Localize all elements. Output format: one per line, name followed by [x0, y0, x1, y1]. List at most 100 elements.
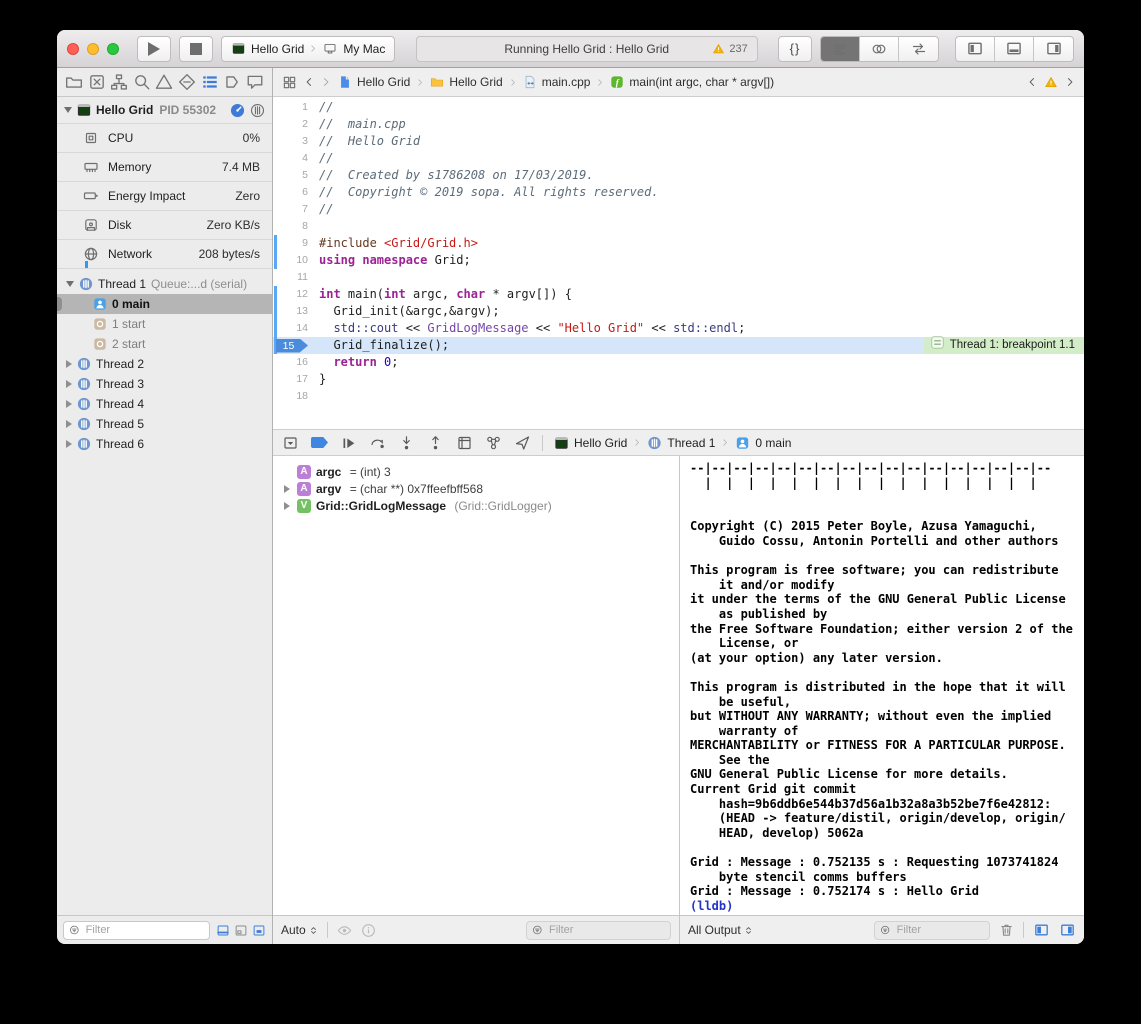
navigator-tab-issue[interactable] — [155, 73, 173, 91]
disclosure-right-icon[interactable] — [66, 420, 72, 428]
view-hierarchy-button[interactable] — [456, 435, 473, 451]
variable-row[interactable]: VGrid::GridLogMessage (Grid::GridLogger) — [273, 497, 679, 514]
back-button[interactable] — [304, 76, 314, 88]
disclosure-right-icon[interactable] — [282, 502, 292, 510]
debug-crumb[interactable]: Hello Grid — [554, 436, 627, 450]
thread-row[interactable]: Thread 6 — [57, 434, 272, 454]
navigator-tab-hierarchy[interactable] — [110, 73, 128, 91]
navigator-filter[interactable] — [63, 921, 210, 940]
forward-button[interactable] — [321, 76, 331, 88]
gauge-row-network[interactable]: Network208 bytes/s — [57, 239, 272, 268]
assistant-editor-button[interactable] — [860, 37, 899, 61]
navigator-tab-report[interactable] — [246, 73, 264, 91]
gauge-row-cpu[interactable]: CPU0% — [57, 123, 272, 152]
stack-frame-row[interactable]: 0 main — [57, 294, 272, 314]
navigator-tab-symbol[interactable] — [88, 73, 106, 91]
view-mode-flat-list-button[interactable] — [216, 924, 230, 937]
line-number-gutter[interactable]: 12 — [273, 286, 319, 303]
disclosure-down-icon[interactable] — [64, 107, 72, 113]
version-editor-button[interactable] — [899, 37, 938, 61]
process-row[interactable]: Hello Grid PID 55302 — [57, 97, 272, 123]
stack-frame-row[interactable]: 1 start — [57, 314, 272, 334]
minimize-window-button[interactable] — [87, 43, 99, 55]
scheme-selector[interactable]: Hello Grid My Mac — [221, 36, 395, 62]
gauge-row-memory[interactable]: Memory7.4 MB — [57, 152, 272, 181]
navigator-tab-test[interactable] — [178, 73, 196, 91]
line-number-gutter[interactable]: 8 — [273, 218, 319, 235]
step-over-button[interactable] — [369, 435, 386, 451]
line-number-gutter[interactable]: 18 — [273, 388, 319, 405]
line-number-gutter[interactable]: 3 — [273, 133, 319, 150]
variables-view[interactable]: Aargc = (int) 3Aargv = (char **) 0x7ffee… — [273, 456, 680, 915]
thread-row[interactable]: Thread 4 — [57, 394, 272, 414]
breakpoint-annotation[interactable]: Thread 1: breakpoint 1.1 — [924, 337, 1084, 354]
toggle-variables-pane-button[interactable] — [1033, 923, 1050, 937]
source-editor[interactable]: 1//2// main.cpp3// Hello Grid4//5// Crea… — [273, 97, 1084, 429]
line-number-gutter[interactable]: 5 — [273, 167, 319, 184]
gauge-row-disk[interactable]: DiskZero KB/s — [57, 210, 272, 239]
line-number-gutter[interactable]: 9 — [273, 235, 319, 252]
zoom-window-button[interactable] — [107, 43, 119, 55]
thread-row[interactable]: Thread 5 — [57, 414, 272, 434]
toggle-console-pane-button[interactable] — [1059, 923, 1076, 937]
navigator-panel-toggle-button[interactable] — [956, 37, 995, 61]
code-snippet-button[interactable]: {} — [778, 36, 812, 62]
jump-bar-crumb[interactable]: fmain(int argc, char * argv[]) — [610, 75, 774, 89]
warning-badge[interactable]: 237 — [712, 37, 747, 61]
quick-look-eye-icon[interactable] — [337, 923, 352, 938]
console-filter-input[interactable] — [895, 923, 984, 937]
navigator-filter-input[interactable] — [84, 923, 204, 937]
console-output-popup[interactable]: All Output — [688, 923, 753, 937]
next-issue-button[interactable] — [1065, 76, 1075, 88]
view-mode-by-frame-button[interactable] — [234, 924, 248, 937]
line-number-gutter[interactable]: 14 — [273, 320, 319, 337]
info-icon[interactable] — [361, 923, 376, 938]
breakpoints-toggle-button[interactable] — [311, 437, 328, 448]
clear-console-button[interactable] — [999, 922, 1014, 938]
navigator-tab-search[interactable] — [133, 73, 151, 91]
memory-graph-button[interactable] — [485, 435, 502, 451]
gauge-row-energy[interactable]: Energy ImpactZero — [57, 181, 272, 210]
debug-crumb[interactable]: 0 main — [735, 436, 791, 450]
debug-area-panel-toggle-button[interactable] — [995, 37, 1034, 61]
disclosure-down-icon[interactable] — [66, 281, 74, 287]
console-output[interactable]: --|--|--|--|--|--|--|--|--|--|--|--|--|-… — [680, 456, 1084, 915]
disclosure-right-icon[interactable] — [66, 360, 72, 368]
debug-crumb[interactable]: Thread 1 — [647, 436, 715, 450]
disclosure-right-icon[interactable] — [282, 485, 292, 493]
continue-button[interactable] — [340, 435, 357, 451]
stack-frame-row[interactable]: 2 start — [57, 334, 272, 354]
line-number-gutter[interactable]: 7 — [273, 201, 319, 218]
variables-filter[interactable] — [526, 921, 671, 940]
line-number-gutter[interactable]: 15 — [273, 337, 319, 354]
related-items-icon[interactable] — [282, 75, 297, 90]
hide-debug-area-button[interactable] — [282, 435, 299, 451]
run-button[interactable] — [137, 36, 171, 62]
stop-button[interactable] — [179, 36, 213, 62]
line-number-gutter[interactable]: 17 — [273, 371, 319, 388]
line-number-gutter[interactable]: 16 — [273, 354, 319, 371]
step-out-button[interactable] — [427, 435, 444, 451]
thread-row[interactable]: Thread 2 — [57, 354, 272, 374]
view-mode-grouped-button[interactable] — [252, 924, 266, 937]
navigator-tab-project[interactable] — [65, 73, 83, 91]
standard-editor-button[interactable] — [821, 37, 860, 61]
disclosure-right-icon[interactable] — [66, 400, 72, 408]
line-number-gutter[interactable]: 6 — [273, 184, 319, 201]
line-number-gutter[interactable]: 13 — [273, 303, 319, 320]
disclosure-right-icon[interactable] — [66, 380, 72, 388]
variables-scope-popup[interactable]: Auto — [281, 923, 318, 937]
previous-issue-button[interactable] — [1027, 76, 1037, 88]
thread-row[interactable]: Thread 1Queue:...d (serial) — [57, 274, 272, 294]
disclosure-right-icon[interactable] — [66, 440, 72, 448]
navigator-tab-breakpoint[interactable] — [223, 73, 241, 91]
step-into-button[interactable] — [398, 435, 415, 451]
simulate-location-button[interactable] — [514, 435, 531, 451]
thread-row[interactable]: Thread 3 — [57, 374, 272, 394]
jump-bar-crumb[interactable]: main.cpp — [523, 75, 591, 89]
close-window-button[interactable] — [67, 43, 79, 55]
inspectors-panel-toggle-button[interactable] — [1034, 37, 1073, 61]
jump-bar-crumb[interactable]: Hello Grid — [430, 75, 502, 89]
lldb-prompt[interactable]: (lldb) — [690, 899, 741, 913]
line-number-gutter[interactable]: 11 — [273, 269, 319, 286]
